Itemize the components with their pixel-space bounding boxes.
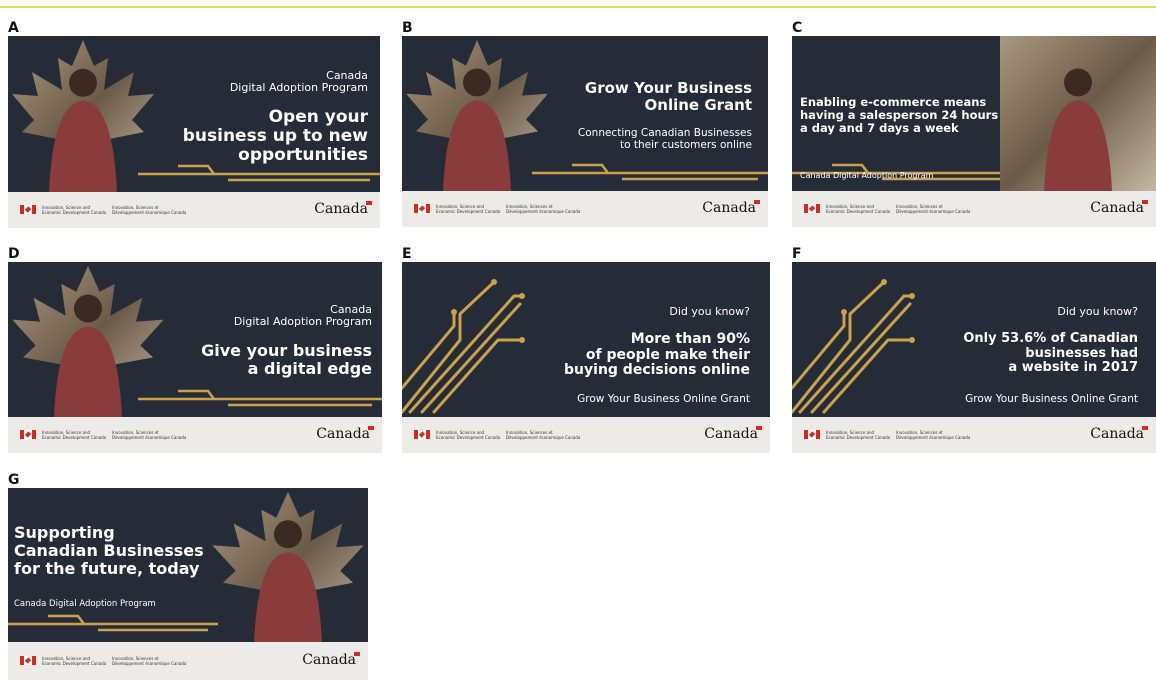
department-name-fr: Innovation, Sciences et Développement éc…	[112, 656, 187, 666]
department-name-en: Innovation, Science and Economic Develop…	[826, 204, 891, 214]
department-name-fr: Innovation, Sciences et Développement éc…	[506, 430, 581, 440]
banner-text-1: Supporting Canadian Businesses for the f…	[14, 523, 204, 578]
person-photo	[49, 68, 117, 192]
canada-flag-icon	[20, 205, 36, 214]
wordmark-flag-icon	[754, 200, 760, 204]
canada-flag-icon	[804, 430, 820, 439]
department-name-en: Innovation, Science and Economic Develop…	[42, 656, 107, 666]
banner-e: Did you know? More than 90% of people mak…	[402, 262, 770, 417]
canada-wordmark: Canada	[1090, 426, 1148, 442]
ad-panel-e: E Did you know? More than 90% of people ma…	[402, 246, 770, 453]
department-name-fr: Innovation, Sciences et Développement éc…	[896, 204, 971, 214]
canada-wordmark-text: Canada	[302, 652, 356, 668]
canada-flag-icon	[20, 656, 36, 665]
department-name-fr: Innovation, Sciences et Développement éc…	[112, 205, 187, 215]
banner-c: Enabling e-commerce means having a sales…	[792, 36, 1156, 191]
banner-a: Canada Digital Adoption Program Open your…	[8, 36, 380, 192]
banner-text-1: Did you know?	[1057, 305, 1138, 318]
gold-circuit-lines	[792, 279, 915, 414]
panel-letter-e: E	[402, 246, 412, 262]
canada-wordmark-text: Canada	[316, 426, 370, 442]
canada-wordmark-text: Canada	[314, 201, 368, 217]
panel-letter-a: A	[8, 20, 19, 36]
footer-bar-c: Innovation, Science and Economic Develop…	[792, 191, 1156, 227]
wordmark-flag-icon	[354, 652, 360, 656]
department-name-en: Innovation, Science and Economic Develop…	[436, 204, 501, 214]
banner-b: Grow Your Business Online Grant Connectin…	[402, 36, 768, 191]
department-name-en: Innovation, Science and Economic Develop…	[826, 430, 891, 440]
ad-panel-a: A Canada Digital Adoption Program Open you…	[8, 20, 380, 228]
wordmark-flag-icon	[1142, 200, 1148, 204]
person-photo	[254, 520, 322, 642]
banner-text-3: Grow Your Business Online Grant	[965, 393, 1138, 405]
banner-text-1: Canada Digital Adoption Program	[229, 69, 368, 95]
footer-bar-g: Innovation, Science and Economic Develop…	[8, 642, 368, 680]
canada-wordmark: Canada	[702, 200, 760, 216]
wordmark-flag-icon	[368, 426, 374, 430]
panel-letter-g: G	[8, 472, 20, 488]
banner-text-2: Connecting Canadian Businesses to their …	[577, 127, 752, 151]
department-name-fr: Innovation, Sciences et Développement éc…	[506, 204, 581, 214]
panel-letter-f: F	[792, 246, 802, 262]
ad-panel-d: D Canada Digital Adoption Program Give you…	[8, 246, 382, 453]
department-name-en: Innovation, Science and Economic Develop…	[42, 205, 107, 215]
ad-panel-b: B Grow Your Business Online Grant Connecti…	[402, 20, 768, 227]
banner-text-3: Grow Your Business Online Grant	[577, 393, 750, 405]
canada-wordmark: Canada	[314, 201, 372, 217]
person-photo	[54, 294, 122, 417]
banner-d: Canada Digital Adoption Program Give your…	[8, 262, 382, 417]
canada-wordmark: Canada	[704, 426, 762, 442]
panel-letter-b: B	[402, 20, 413, 36]
canada-wordmark-text: Canada	[702, 200, 756, 216]
canada-wordmark-text: Canada	[1090, 426, 1144, 442]
gold-circuit-trace	[532, 163, 768, 181]
panel-letter-c: C	[792, 20, 803, 36]
footer-bar-b: Innovation, Science and Economic Develop…	[402, 191, 768, 227]
gold-circuit-lines	[402, 279, 525, 414]
department-name-fr: Innovation, Sciences et Développement éc…	[896, 430, 971, 440]
gold-circuit-trace	[138, 389, 382, 407]
banner-artwork	[12, 266, 382, 417]
banner-g: Supporting Canadian Businesses for the f…	[8, 488, 368, 642]
person-photo	[443, 68, 511, 191]
department-name-en: Innovation, Science and Economic Develop…	[42, 430, 107, 440]
canada-wordmark-text: Canada	[1090, 200, 1144, 216]
canada-flag-icon	[414, 430, 430, 439]
canada-wordmark-text: Canada	[704, 426, 758, 442]
canada-flag-icon	[20, 430, 36, 439]
department-name-en: Innovation, Science and Economic Develop…	[436, 430, 501, 440]
ad-panel-c: C Enabling e-commerce means having a sale…	[792, 20, 1156, 227]
banner-text-2: Canada Digital Adoption Program	[14, 599, 156, 609]
banner-f: Did you know? Only 53.6% of Canadian busi…	[792, 262, 1156, 417]
ad-panel-g: G Supporting Canadian Businesses for the …	[8, 472, 368, 680]
banner-text-2: Open your business up to new opportuniti…	[182, 107, 368, 166]
footer-bar-a: Innovation, Science and Economic Develop…	[8, 192, 380, 228]
canada-wordmark: Canada	[302, 652, 360, 668]
banner-text-1: Did you know?	[669, 305, 750, 318]
banner-text-2: Canada Digital Adoption Program	[800, 171, 934, 180]
banner-text-2: More than 90% of people make their buyin…	[564, 331, 750, 379]
banner-text-2: Only 53.6% of Canadian businesses had a …	[963, 331, 1138, 376]
wordmark-flag-icon	[1142, 426, 1148, 430]
gold-circuit-trace	[138, 164, 380, 182]
wordmark-flag-icon	[756, 426, 762, 430]
banner-text-1: Canada Digital Adoption Program	[233, 303, 372, 329]
canada-wordmark: Canada	[1090, 200, 1148, 216]
ad-panel-f: F Did you know? Only 53.6% of Canadian bus…	[792, 246, 1156, 453]
canada-wordmark: Canada	[316, 426, 374, 442]
top-border-line	[0, 6, 1156, 8]
panel-letter-d: D	[8, 246, 20, 262]
gold-circuit-trace	[8, 614, 218, 632]
footer-bar-d: Innovation, Science and Economic Develop…	[8, 417, 382, 453]
wordmark-flag-icon	[366, 201, 372, 205]
footer-bar-f: Innovation, Science and Economic Develop…	[792, 417, 1156, 453]
banner-text-2: Give your business a digital edge	[201, 341, 372, 378]
footer-bar-e: Innovation, Science and Economic Develop…	[402, 417, 770, 453]
banner-text-1: Enabling e-commerce means having a sales…	[800, 95, 999, 135]
department-name-fr: Innovation, Sciences et Développement éc…	[112, 430, 187, 440]
canada-flag-icon	[804, 204, 820, 213]
canada-flag-icon	[414, 204, 430, 213]
banner-text-1: Grow Your Business Online Grant	[584, 79, 752, 114]
